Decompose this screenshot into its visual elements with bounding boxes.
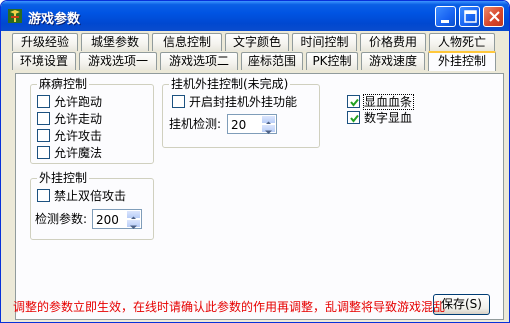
client-area: 升级经验 城堡参数 信息控制 文字颜色 时间控制 价格费用 人物死亡 环境设置 … — [4, 31, 506, 321]
enable-autoplay-block-checkbox[interactable] — [172, 95, 185, 108]
autoplay-detect-label: 挂机检测: — [169, 117, 222, 131]
status-message: 调整的参数立即生效，在线时请确认此参数的作用再调整，乱调整将导致游戏混乱 — [13, 300, 446, 314]
tab-text-color[interactable]: 文字颜色 — [225, 33, 289, 51]
game-params-window: 游戏参数 升级经验 城堡参数 信息控制 文字颜色 时间控制 价格费用 人物死亡 … — [0, 0, 510, 323]
detect-param-spinner[interactable]: 200 — [92, 209, 142, 229]
group-title: 挂机外挂控制(未完成) — [169, 77, 291, 91]
spinner-buttons[interactable] — [261, 115, 276, 134]
spinner-buttons[interactable] — [126, 210, 141, 229]
title-bar[interactable]: 游戏参数 — [1, 1, 509, 31]
enable-autoplay-block-label: 开启封挂机外挂功能 — [189, 95, 298, 109]
tab-pk-control[interactable]: PK控制 — [306, 52, 358, 70]
spin-up-button[interactable] — [126, 210, 141, 220]
minimize-button[interactable] — [435, 6, 456, 27]
maximize-icon — [464, 10, 477, 23]
allow-magic-checkbox[interactable] — [37, 146, 50, 159]
detect-param-value[interactable]: 200 — [96, 213, 119, 227]
tab-price-cost[interactable]: 价格费用 — [360, 33, 426, 51]
minimize-icon — [441, 20, 449, 23]
numeric-hp-label: 数字显血 — [364, 111, 413, 125]
tab-info-control[interactable]: 信息控制 — [152, 33, 222, 51]
tab-game-options-1[interactable]: 游戏选项一 — [79, 52, 157, 70]
close-icon — [489, 11, 500, 22]
checkmark-icon — [350, 98, 359, 107]
tab-character-death[interactable]: 人物死亡 — [429, 33, 495, 51]
allow-run-checkbox[interactable] — [37, 95, 50, 108]
tab-game-options-2[interactable]: 游戏选项二 — [160, 52, 238, 70]
tab-upgrade-exp[interactable]: 升级经验 — [12, 33, 78, 51]
autoplay-detect-spinner[interactable]: 20 — [227, 114, 277, 134]
allow-walk-checkbox[interactable] — [37, 112, 50, 125]
tab-castle-params[interactable]: 城堡参数 — [81, 33, 149, 51]
show-hp-bar-checkbox[interactable] — [347, 95, 360, 108]
checkmark-icon — [350, 114, 359, 123]
app-icon — [7, 8, 23, 24]
allow-walk-label: 允许走动 — [54, 112, 103, 126]
forbid-double-attack-checkbox[interactable] — [37, 189, 50, 202]
close-button[interactable] — [483, 6, 504, 27]
cheat-control-group: 外挂控制 禁止双倍攻击 检测参数: 200 — [30, 171, 154, 240]
allow-magic-label: 允许魔法 — [54, 146, 103, 160]
spin-up-button[interactable] — [261, 115, 276, 125]
paralysis-control-group: 麻痹控制 允许跑动 允许走动 允许攻击 允许魔法 — [30, 77, 154, 164]
forbid-double-attack-label: 禁止双倍攻击 — [54, 189, 127, 203]
tab-game-speed[interactable]: 游戏速度 — [361, 52, 425, 70]
show-hp-bar-label: 显血血条 — [364, 95, 413, 109]
group-title: 麻痹控制 — [37, 77, 90, 91]
tab-coord-range[interactable]: 座标范围 — [241, 52, 303, 70]
autoplay-control-group: 挂机外挂控制(未完成) 开启封挂机外挂功能 挂机检测: 20 — [162, 77, 320, 148]
allow-run-label: 允许跑动 — [54, 95, 103, 109]
chevron-down-icon — [130, 225, 137, 229]
group-title: 外挂控制 — [37, 171, 90, 185]
numeric-hp-checkbox[interactable] — [347, 111, 360, 124]
tab-time-control[interactable]: 时间控制 — [292, 33, 357, 51]
maximize-button[interactable] — [459, 6, 480, 27]
tab-environment[interactable]: 环境设置 — [12, 52, 76, 70]
detect-param-label: 检测参数: — [35, 212, 88, 226]
autoplay-detect-value[interactable]: 20 — [231, 118, 246, 132]
allow-attack-label: 允许攻击 — [54, 129, 103, 143]
chevron-down-icon — [265, 130, 272, 134]
spin-down-button[interactable] — [126, 219, 141, 229]
window-title: 游戏参数 — [28, 12, 81, 27]
tab-cheat-control[interactable]: 外挂控制 — [428, 51, 496, 71]
allow-attack-checkbox[interactable] — [37, 129, 50, 142]
spin-down-button[interactable] — [261, 124, 276, 134]
tab-panel-cheat-control: 麻痹控制 允许跑动 允许走动 允许攻击 允许魔法 外挂控制 禁止双倍攻击 检测参… — [15, 73, 504, 320]
